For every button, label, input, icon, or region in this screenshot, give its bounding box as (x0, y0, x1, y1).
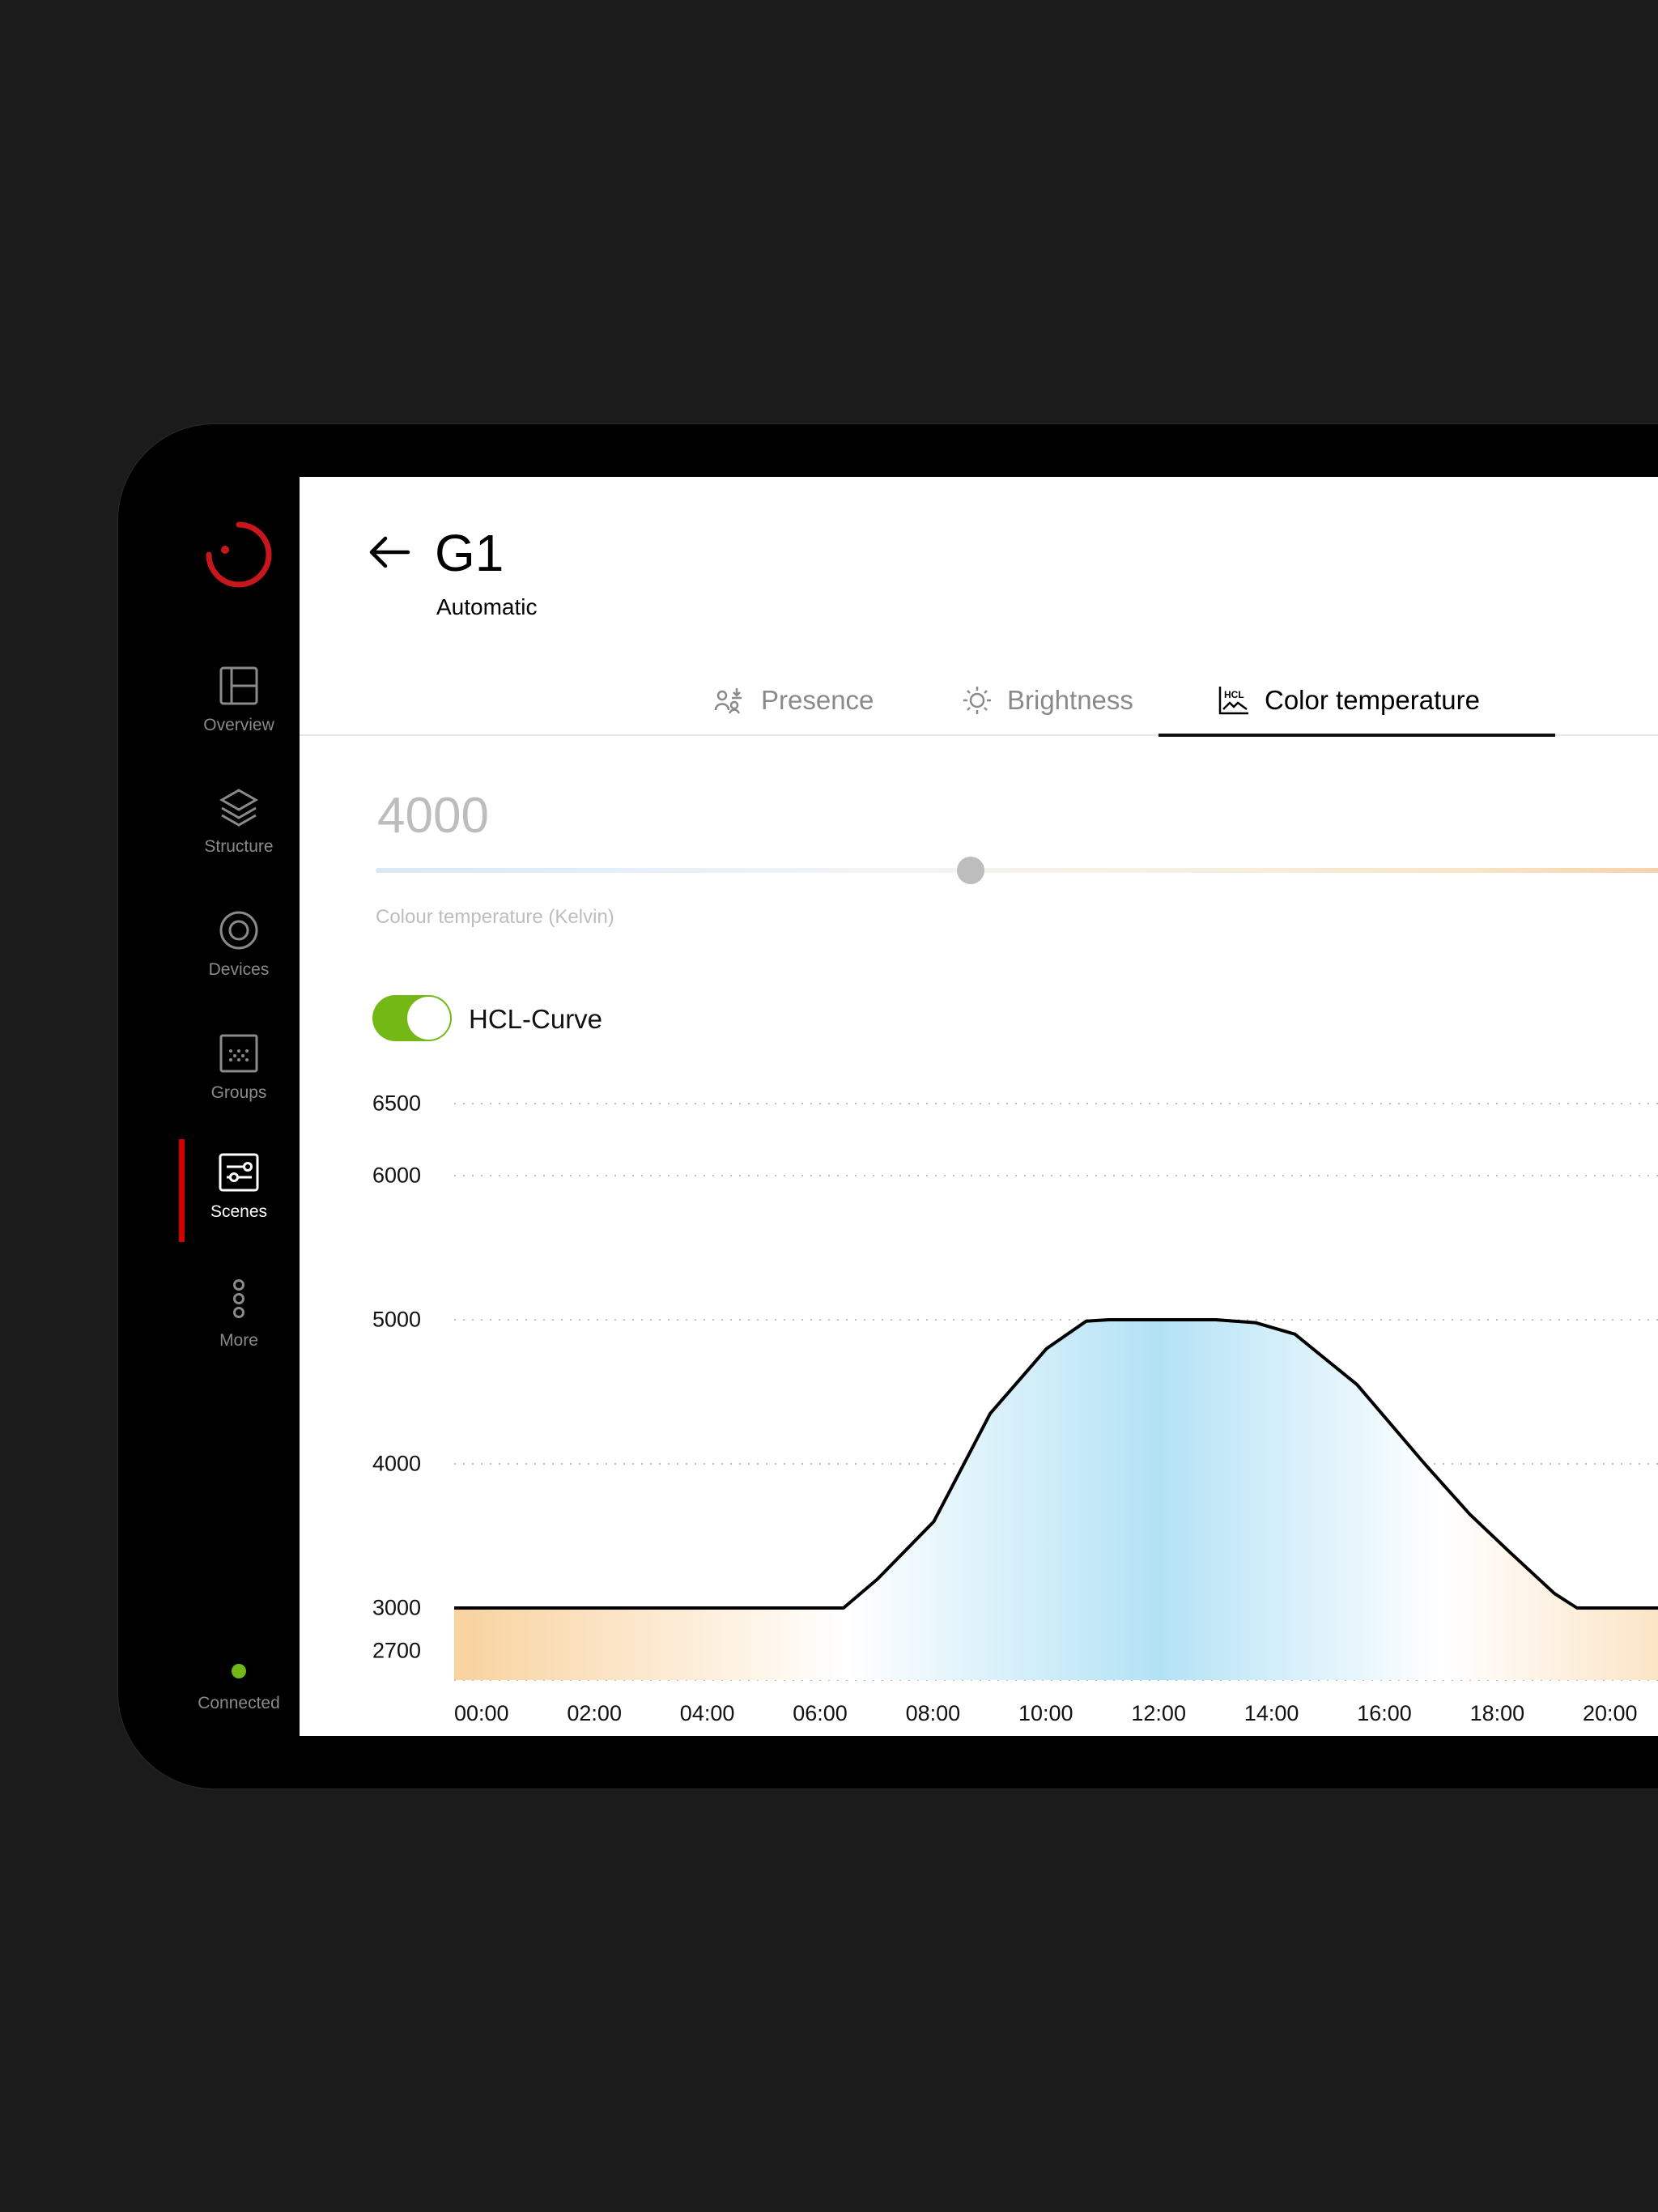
x-tick-label: 08:00 (905, 1701, 961, 1725)
x-tick-label: 10:00 (1018, 1701, 1073, 1725)
x-tick-label: 16:00 (1357, 1701, 1412, 1725)
curve-area (454, 1320, 1658, 1680)
y-tick-label: 5000 (372, 1307, 422, 1332)
hcl-curve-chart[interactable] (0, 0, 1658, 2212)
x-tick-label: 12:00 (1131, 1701, 1186, 1725)
x-tick-label: 06:00 (793, 1701, 848, 1725)
x-tick-label: 14:00 (1244, 1701, 1299, 1725)
y-tick-label: 2700 (372, 1638, 422, 1663)
x-tick-label: 04:00 (679, 1701, 735, 1725)
y-tick-label: 3000 (372, 1595, 422, 1620)
y-tick-label: 4000 (372, 1451, 422, 1476)
x-tick-label: 02:00 (567, 1701, 622, 1725)
x-tick-label: 20:00 (1583, 1701, 1638, 1725)
y-tick-label: 6000 (372, 1163, 422, 1188)
y-tick-label: 6500 (372, 1091, 422, 1116)
x-tick-label: 18:00 (1469, 1701, 1525, 1725)
x-tick-label: 00:00 (454, 1701, 509, 1725)
